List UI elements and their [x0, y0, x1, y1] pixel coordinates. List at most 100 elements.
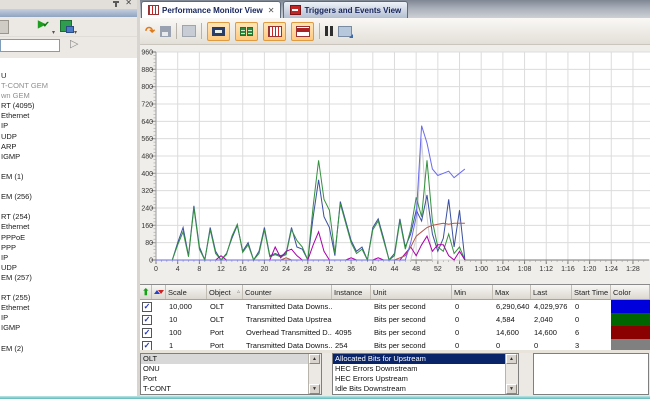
histogram-view-button[interactable]	[263, 22, 286, 41]
tree-item[interactable]: U	[0, 71, 137, 81]
tree-item	[0, 202, 137, 212]
excel-report-icon[interactable]	[60, 20, 72, 32]
table-row[interactable]: ✓10OLTTransmitted Data UpstreamBits per …	[140, 313, 650, 326]
save-icon[interactable]	[160, 26, 171, 37]
device-tree: UT-CONT GEMwn GEMRT (4095)EthernetIPUDPA…	[0, 58, 137, 396]
tree-item	[0, 333, 137, 343]
cell-check[interactable]: ✓	[140, 313, 152, 326]
tree-item[interactable]: UDP	[0, 132, 137, 142]
tree-item[interactable]: EM (257)	[0, 273, 137, 283]
tree-item[interactable]: Ethernet	[0, 303, 137, 313]
object-item[interactable]: T-CONT	[141, 384, 311, 394]
column-header-start-time[interactable]: Start Time	[572, 285, 611, 299]
tree-item[interactable]: EM (2)	[0, 344, 137, 354]
table-row[interactable]: ✓100PortOverhead Transmitted D...4095Bit…	[140, 326, 650, 339]
y-tick-label: 320	[141, 188, 153, 195]
column-header-last[interactable]: Last	[531, 285, 572, 299]
run-check-icon[interactable]: ▶✔	[38, 19, 49, 30]
column-header-min[interactable]: Min	[452, 285, 493, 299]
tab-close-icon[interactable]: ✕	[268, 6, 275, 15]
report-view-button[interactable]	[291, 22, 314, 41]
tree-item[interactable]: RT (255)	[0, 293, 137, 303]
object-item[interactable]: Port	[141, 374, 311, 384]
x-tick-label: 0	[154, 266, 158, 273]
column-header-scale[interactable]: Scale	[166, 285, 207, 299]
edit-icon[interactable]: ↷	[145, 24, 155, 38]
y-tick-label: 240	[141, 206, 153, 213]
counter-item[interactable]: HEC Errors Downstream	[333, 364, 508, 374]
scrollbar[interactable]: ▲▼	[308, 354, 321, 394]
selected-counters-panel	[533, 353, 649, 395]
y-tick-label: 0	[149, 258, 153, 265]
scrollbar[interactable]: ▲▼	[505, 354, 518, 394]
object-item[interactable]: ONU	[141, 364, 311, 374]
column-header-icon1[interactable]	[152, 285, 166, 299]
color-swatch	[611, 326, 650, 339]
row-checkbox[interactable]: ✓	[142, 328, 152, 338]
tree-item[interactable]: PPP	[0, 243, 137, 253]
tree-item[interactable]: EM (1)	[0, 172, 137, 182]
clipped-toolbar-icon[interactable]	[0, 20, 9, 34]
copy-view-icon[interactable]	[182, 25, 196, 37]
tab-performance-monitor-view[interactable]: Performance Monitor View ✕	[141, 1, 281, 18]
tree-item[interactable]: EM (256)	[0, 192, 137, 202]
excel-dropdown-caret[interactable]: ▾	[74, 29, 77, 36]
tree-item[interactable]: UDP	[0, 263, 137, 273]
column-header-icon0[interactable]: ⬆	[140, 285, 152, 299]
tree-item[interactable]: Ethernet	[0, 222, 137, 232]
row-checkbox[interactable]: ✓	[142, 315, 152, 325]
tree-item[interactable]: ARP	[0, 142, 137, 152]
tree-item[interactable]: IP	[0, 253, 137, 263]
tree-item[interactable]: IP	[0, 313, 137, 323]
pin-icon[interactable]	[115, 1, 117, 7]
line-view-button[interactable]	[207, 22, 230, 41]
search-input[interactable]	[0, 39, 60, 52]
column-header-instance[interactable]: Instance	[332, 285, 371, 299]
column-header-max[interactable]: Max	[493, 285, 531, 299]
object-item[interactable]: OLT	[141, 354, 311, 364]
tree-item[interactable]: RT (254)	[0, 212, 137, 222]
table-row[interactable]: ✓10,000OLTTransmitted Data Downs...Bits …	[140, 300, 650, 313]
tree-item[interactable]: Ethernet	[0, 111, 137, 121]
column-header-unit[interactable]: Unit	[371, 285, 452, 299]
tree-item[interactable]: RT (4095)	[0, 101, 137, 111]
column-header-color[interactable]: Color	[611, 285, 650, 299]
scroll-down-button[interactable]: ▼	[506, 384, 517, 394]
tree-item[interactable]: IGMP	[0, 323, 137, 333]
performance-monitor-window: ✕ ▶✔ ▾ ▾ ▷ UT-CONT GEMwn GEMRT (4095)Eth…	[0, 0, 650, 400]
counter-item[interactable]: Allocated Bits for Upstream	[333, 354, 508, 364]
split-view-button[interactable]	[235, 22, 258, 41]
table-header-row: ⬆ ScaleObject▵CounterInstanceUnitMinMaxLa…	[140, 285, 650, 300]
tree-item	[0, 182, 137, 192]
x-tick-label: 24	[282, 266, 290, 273]
scroll-down-button[interactable]: ▼	[309, 384, 320, 394]
column-header-object[interactable]: Object▵	[207, 285, 243, 299]
cell-check[interactable]: ✓	[140, 326, 152, 339]
tree-item[interactable]: T-CONT GEM	[0, 81, 137, 91]
x-tick-label: 1:16	[561, 266, 575, 273]
tree-item[interactable]: IGMP	[0, 152, 137, 162]
scroll-up-button[interactable]: ▲	[506, 354, 517, 364]
run-dropdown-caret[interactable]: ▾	[52, 29, 55, 36]
cell-icon	[152, 326, 166, 339]
column-header-counter[interactable]: Counter	[243, 285, 332, 299]
cell-check[interactable]: ✓	[140, 300, 152, 313]
export-image-icon[interactable]	[338, 26, 352, 37]
tree-item[interactable]: PPPoE	[0, 233, 137, 243]
scroll-up-button[interactable]: ▲	[309, 354, 320, 364]
sort-direction-icon: ▵	[237, 286, 240, 299]
counter-item[interactable]: Idle Bits Downstream	[333, 384, 508, 394]
pause-icon[interactable]	[325, 26, 333, 36]
go-button[interactable]: ▷	[70, 37, 78, 50]
cell-start_time: 6	[572, 326, 611, 339]
cell-instance	[332, 300, 371, 313]
tree-item[interactable]: IP	[0, 121, 137, 131]
counter-item[interactable]: HEC Errors Upstream	[333, 374, 508, 384]
tree-item[interactable]: wn GEM	[0, 91, 137, 101]
close-panel-icon[interactable]: ✕	[125, 0, 132, 7]
x-tick-label: 56	[456, 266, 464, 273]
cell-last: 2,040	[531, 313, 572, 326]
chart-toolbar: ↷	[140, 18, 650, 45]
tab-triggers-and-events-view[interactable]: Triggers and Events View	[283, 1, 408, 18]
row-checkbox[interactable]: ✓	[142, 302, 152, 312]
